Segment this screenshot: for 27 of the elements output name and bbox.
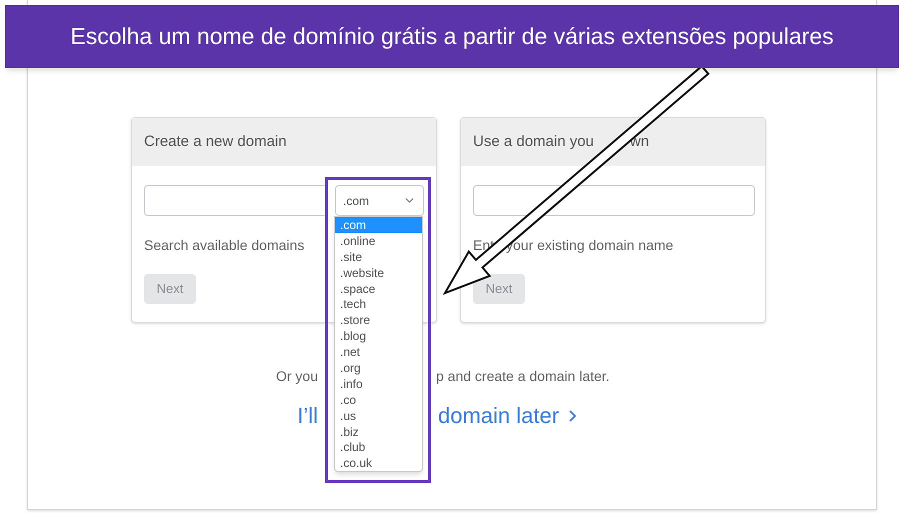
tld-option[interactable]: .biz (335, 424, 422, 440)
domain-input-field[interactable] (144, 185, 328, 216)
tld-option[interactable]: .space (335, 280, 422, 296)
tld-option[interactable]: .club (335, 439, 422, 456)
note-text: p and create a domain later. (436, 367, 610, 386)
tld-option[interactable]: .tech (335, 296, 422, 312)
tld-option[interactable]: .website (335, 264, 422, 281)
tld-option[interactable]: .net (335, 344, 422, 360)
card-title: Use a domain you (473, 132, 594, 152)
skip-link[interactable]: I’ll (297, 399, 318, 432)
note-text: Or you (276, 367, 318, 386)
skip-link[interactable]: domain later (438, 399, 560, 432)
tld-option[interactable]: .co.uk (335, 455, 422, 472)
tld-option[interactable]: .site (335, 248, 422, 265)
tld-option[interactable]: .store (335, 312, 422, 328)
card-title: Create a new domain (144, 132, 287, 152)
tld-option[interactable]: .blog (335, 328, 422, 344)
tld-option[interactable]: .online (335, 232, 422, 249)
tld-select[interactable]: .com (335, 185, 424, 216)
tld-option[interactable]: .org (335, 360, 422, 376)
tld-option[interactable]: .co (335, 392, 422, 408)
tld-option[interactable]: .us (335, 408, 422, 424)
helper-text: Search available domains (144, 236, 304, 255)
chevron-right-icon (569, 410, 576, 422)
caption-text: Escolha um nome de domínio grátis a partir de várias extensões populares (70, 22, 834, 52)
domain-input-field[interactable] (473, 185, 755, 216)
tld-option[interactable]: .info (335, 376, 422, 392)
